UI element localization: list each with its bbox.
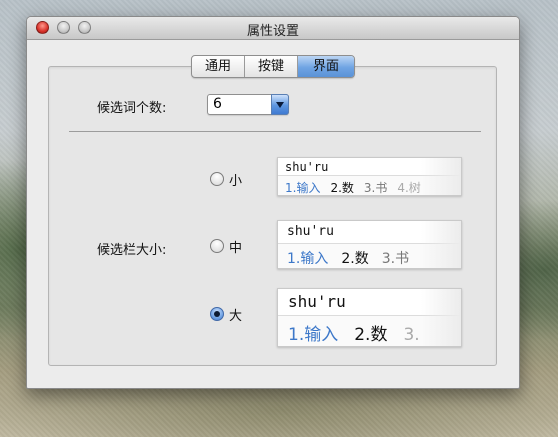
section-divider	[69, 131, 481, 132]
preview-pinyin: shu'ru	[287, 224, 334, 239]
candidate-1: 1.输入	[285, 181, 321, 195]
preview-candidates: 1.输入 2.数 3.书	[287, 248, 422, 268]
window-title: 属性设置	[246, 24, 299, 39]
candidate-4: 4.树	[397, 181, 421, 195]
candidate-2: 2.数	[330, 181, 354, 195]
candidate-3: 3.	[403, 325, 420, 345]
tab-interface[interactable]: 界面	[297, 56, 354, 77]
tab-bar: 通用 按键 界面	[191, 55, 355, 78]
tab-keys[interactable]: 按键	[244, 56, 297, 77]
preferences-window: 属性设置 通用 按键 界面 候选词个数: 6 候选栏大小: 小 中 大 shu'…	[26, 16, 520, 389]
tab-general[interactable]: 通用	[192, 56, 244, 77]
candidate-3: 3.书	[363, 181, 388, 195]
preview-candidates: 1.输入 2.数 3.	[288, 320, 436, 345]
preview-pinyin: shu'ru	[288, 292, 346, 311]
size-medium-label[interactable]: 中	[229, 237, 242, 256]
candidate-2: 2.数	[354, 325, 388, 345]
candidate-1: 1.输入	[288, 325, 339, 345]
title-bar[interactable]: 属性设置	[27, 17, 519, 40]
large-candidate-bar-preview: shu'ru 1.输入 2.数 3.	[277, 288, 462, 347]
candidate-2: 2.数	[341, 251, 369, 267]
candidate-count-select[interactable]: 6	[207, 94, 289, 115]
preview-pinyin: shu'ru	[285, 160, 329, 174]
candidate-count-value: 6	[213, 96, 222, 112]
candidate-1: 1.输入	[287, 251, 329, 267]
small-candidate-bar-preview: shu'ru 1.输入 2.数 3.书 4.树	[277, 157, 462, 196]
size-small-label[interactable]: 小	[229, 170, 242, 189]
size-large-label[interactable]: 大	[229, 305, 242, 324]
preview-candidates: 1.输入 2.数 3.书 4.树	[285, 179, 431, 195]
candidate-3: 3.书	[381, 251, 410, 267]
size-large-radio[interactable]	[210, 307, 224, 321]
dropdown-arrow-icon[interactable]	[271, 94, 289, 115]
candidate-bar-size-label: 候选栏大小:	[97, 243, 167, 258]
candidate-count-label: 候选词个数:	[97, 101, 167, 116]
size-small-radio[interactable]	[210, 172, 224, 186]
size-medium-radio[interactable]	[210, 239, 224, 253]
medium-candidate-bar-preview: shu'ru 1.输入 2.数 3.书	[277, 220, 462, 269]
